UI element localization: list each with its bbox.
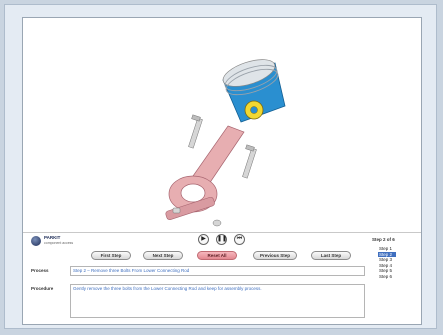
nut-bottom[interactable] — [212, 219, 222, 227]
step-list-item[interactable]: Step 6 — [378, 274, 396, 280]
piston-assembly-illustration — [165, 54, 286, 227]
previous-step-button[interactable]: Previous Step — [253, 251, 297, 260]
brand-logo: PARKIT component access — [31, 234, 91, 248]
step-list: Step 1 Step 2 Step 3 Step 4 Step 5 Step 6 — [378, 246, 396, 279]
3d-viewer[interactable] — [23, 18, 421, 233]
play-icon[interactable]: ▶ — [198, 234, 209, 245]
step-counter: Step 2 of 6 — [372, 237, 395, 242]
reset-all-button[interactable]: Reset All — [197, 251, 237, 260]
rod-big-end-bore — [180, 183, 206, 203]
piston-pin-hole — [250, 106, 258, 114]
procedure-label: Procedure — [31, 286, 54, 291]
logo-mark-icon — [31, 236, 41, 246]
process-field: Step 2 – Remove three Bolts From Lower C… — [70, 266, 365, 276]
rewind-icon[interactable]: ⏮ — [234, 234, 245, 245]
first-step-button[interactable]: First Step — [91, 251, 131, 260]
logo-subtitle: component access — [44, 241, 74, 245]
procedure-field: Gently remove the three bolts from the L… — [70, 284, 365, 318]
process-label: Process — [31, 268, 49, 273]
nut-left[interactable] — [172, 207, 181, 214]
pause-icon[interactable]: ❚❚ — [216, 234, 227, 245]
rod-beam — [192, 125, 245, 185]
bolt-left[interactable] — [188, 114, 203, 149]
next-step-button[interactable]: Next Step — [143, 251, 183, 260]
logo-name: PARKIT — [44, 235, 61, 240]
app-window: PARKIT component access ▶ ❚❚ ⏮ First Ste… — [22, 17, 422, 325]
bolt-right[interactable] — [242, 144, 257, 179]
connecting-rod[interactable] — [165, 125, 245, 221]
piston[interactable] — [220, 54, 286, 123]
last-step-button[interactable]: Last Step — [311, 251, 351, 260]
